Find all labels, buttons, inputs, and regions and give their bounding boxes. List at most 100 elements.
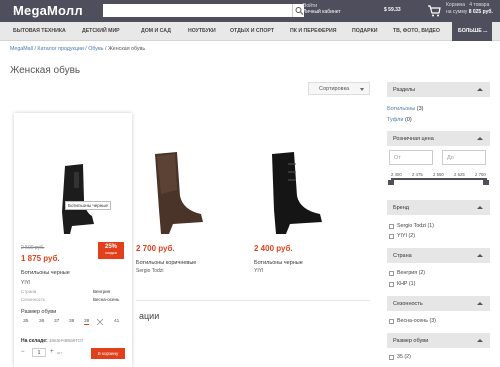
sidebar-link-booties[interactable]: Ботильоны (3) (387, 106, 424, 112)
add-to-cart-button[interactable]: В корзину (91, 348, 125, 359)
filter-season-header[interactable]: Сезонность (387, 296, 490, 311)
product-name[interactable]: Ботильоны черные (21, 270, 70, 276)
attr-label-country: Страна (21, 289, 37, 294)
cart-summary[interactable]: Корзина 4 товара на сумму 8 025 руб. (446, 2, 493, 16)
balance: $ 59.33 (384, 7, 401, 13)
divider (136, 300, 370, 301)
discount-badge: 25% скидка (98, 242, 124, 259)
chevron-up-icon (477, 302, 483, 305)
qty-minus[interactable]: − (21, 349, 25, 355)
chevron-up-icon (477, 137, 483, 140)
breadcrumb-separator: / (85, 46, 87, 52)
product-image-boot-black-lace[interactable] (262, 150, 328, 236)
cart-sum-label: на сумму (446, 9, 468, 15)
product-price: 1 875 руб. (21, 254, 60, 263)
cart-icon[interactable] (427, 4, 441, 18)
discount-note: скидка (105, 251, 117, 255)
price-from-input[interactable]: От (389, 150, 433, 165)
cart-sum: 8 025 руб. (468, 9, 493, 15)
link-count: (0) (404, 117, 412, 123)
price-tick: 2 700 (475, 172, 486, 177)
size-option[interactable]: 41 (114, 319, 119, 324)
filter-title: Розничная цена (393, 136, 434, 142)
nav-item-kids[interactable]: ДЕТСКИЙ МИР (82, 28, 120, 34)
chevron-up-icon (477, 254, 483, 257)
filter-price-header[interactable]: Розничная цена (387, 131, 490, 146)
chevron-down-icon (360, 88, 364, 91)
checkbox-brand-yiyi[interactable] (389, 234, 394, 239)
sort-label: Сортировка (319, 86, 350, 92)
product-card[interactable] (14, 113, 132, 367)
price-tick: 2 625 (454, 172, 465, 177)
checkbox-season[interactable] (389, 319, 394, 324)
breadcrumb-catalog[interactable]: Каталог продукции (37, 46, 83, 52)
stock-status: На складе: заканчивается (21, 338, 83, 344)
price-slider-track[interactable] (391, 178, 487, 180)
brand-option: Sergio Todzi (1) (397, 223, 434, 229)
size-option-selected[interactable]: 39 (84, 319, 90, 325)
nav-item-sport[interactable]: ОТДЫХ И СПОРТ (230, 28, 274, 34)
link-count: (3) (416, 106, 424, 112)
chevron-up-icon (477, 339, 483, 342)
qty-plus[interactable]: + (50, 349, 54, 355)
filter-size-header[interactable]: Размер обуви (387, 333, 490, 348)
sidebar-link-shoes[interactable]: Туфли (0) (387, 117, 412, 123)
nav-item-tv[interactable]: ТВ, ФОТО, ВИДЕО (393, 28, 440, 34)
size-option[interactable]: 36 (39, 319, 44, 324)
breadcrumb-home[interactable]: MegaMall (10, 46, 33, 52)
quantity-input[interactable]: 1 (32, 348, 46, 357)
search-input[interactable] (103, 4, 292, 17)
product-image-boot-black[interactable] (52, 160, 98, 238)
nav-item-home[interactable]: ДОМ И САД (141, 28, 171, 34)
section-heading: ации (139, 311, 160, 321)
login-link[interactable]: Войти Личный кабинет (303, 3, 341, 15)
product-name[interactable]: Ботильоны черные (254, 260, 303, 266)
link-label: Ботильоны (387, 106, 416, 112)
attr-label-season: Сезонность (21, 297, 46, 302)
nav-item-appliances[interactable]: БЫТОВАЯ ТЕХНИКА (13, 28, 66, 34)
category-nav: БЫТОВАЯ ТЕХНИКА ДЕТСКИЙ МИР ДОМ И САД НО… (0, 22, 500, 41)
nav-item-gifts[interactable]: ПОДАРКИ (352, 28, 378, 34)
country-option: Венгрия (2) (397, 270, 426, 276)
price-tick: 2 400 (391, 172, 402, 177)
price-tick: 2 475 (412, 172, 423, 177)
cart-title: Корзина (446, 2, 466, 8)
breadcrumb-shoes[interactable]: Обувь (88, 46, 103, 52)
filter-brand-header[interactable]: Бренд (387, 200, 490, 215)
checkbox-country-china[interactable] (389, 282, 394, 287)
filter-country-header[interactable]: Страна (387, 248, 490, 263)
filter-sections-header[interactable]: Разделы (387, 82, 490, 97)
nav-item-laptops[interactable]: НОУТБУКИ (188, 28, 216, 34)
filter-title: Сезонность (393, 301, 423, 307)
product-name[interactable]: Ботильоны коричневые (136, 260, 196, 266)
price-to-input[interactable]: До (442, 150, 486, 165)
price-slider-handle-max[interactable] (483, 180, 489, 185)
qty-unit: шт (57, 350, 63, 355)
price-tick: 2 550 (433, 172, 444, 177)
product-image-boot-brown[interactable] (147, 150, 207, 236)
product-price: 2 700 руб. (136, 244, 175, 253)
size-option[interactable]: 38 (69, 319, 74, 324)
nav-item-pc[interactable]: ПК И ПЕРЕФЕРИЯ (290, 28, 336, 34)
filter-title: Бренд (393, 205, 409, 211)
breadcrumb: MegaMall / Каталог продукции / Обувь / Ж… (10, 46, 145, 52)
checkbox-brand-sergio[interactable] (389, 224, 394, 229)
logo[interactable]: MegaМолл (13, 3, 83, 18)
header: MegaМолл Войти Личный кабинет $ 59.33 Кор… (0, 0, 500, 22)
sort-dropdown[interactable]: Сортировка (308, 82, 370, 95)
brand-option: YIYI (2) (397, 233, 415, 239)
checkbox-country-hungary[interactable] (389, 271, 394, 276)
breadcrumb-separator: / (34, 46, 36, 52)
checkbox-size-35[interactable] (389, 355, 394, 360)
price-slider-handle-min[interactable] (388, 180, 394, 185)
size-option[interactable]: 37 (54, 319, 59, 324)
size-unavailable-icon (96, 318, 104, 326)
cart-count: 4 товара (469, 2, 490, 8)
breadcrumb-separator: / (105, 46, 107, 52)
country-option: КНР (1) (397, 281, 416, 287)
product-tooltip: Ботильоны черные (65, 201, 111, 210)
link-label: Туфли (387, 117, 404, 123)
nav-item-more[interactable]: БОЛЬШЕ ... (452, 22, 492, 41)
product-brand: YIYI (21, 280, 31, 286)
size-option[interactable]: 35 (23, 319, 28, 324)
